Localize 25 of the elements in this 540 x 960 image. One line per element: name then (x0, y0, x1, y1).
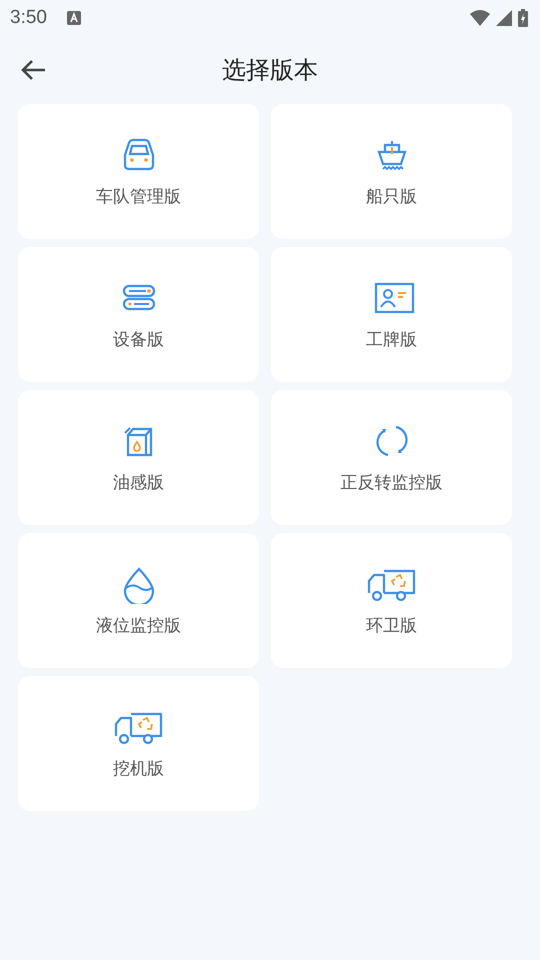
version-card[interactable]: 环卫版 (271, 533, 512, 668)
page-title: 选择版本 (222, 55, 318, 86)
version-label: 挖机版 (113, 758, 164, 780)
version-label: 环卫版 (366, 615, 417, 637)
version-label: 油感版 (113, 472, 164, 494)
version-label: 船只版 (366, 186, 417, 208)
version-card[interactable]: 液位监控版 (18, 533, 259, 668)
wifi-icon (470, 10, 490, 26)
version-card[interactable]: 油感版 (18, 390, 259, 525)
version-card[interactable]: 挖机版 (18, 676, 259, 811)
version-label: 车队管理版 (96, 186, 181, 208)
version-card[interactable]: 正反转监控版 (271, 390, 512, 525)
version-card[interactable]: 船只版 (271, 104, 512, 239)
back-arrow-icon[interactable] (20, 59, 46, 81)
version-label: 工牌版 (366, 329, 417, 351)
signal-icon (496, 10, 512, 26)
version-card[interactable]: 工牌版 (271, 247, 512, 382)
version-label: 液位监控版 (96, 615, 181, 637)
version-label: 设备版 (113, 329, 164, 351)
battery-charging-icon (518, 9, 528, 27)
version-card[interactable]: 设备版 (18, 247, 259, 382)
keyboard-notification-icon (66, 11, 81, 25)
version-label: 正反转监控版 (340, 472, 442, 494)
version-card[interactable]: 车队管理版 (18, 104, 259, 239)
status-time: 3:50 (10, 7, 47, 29)
